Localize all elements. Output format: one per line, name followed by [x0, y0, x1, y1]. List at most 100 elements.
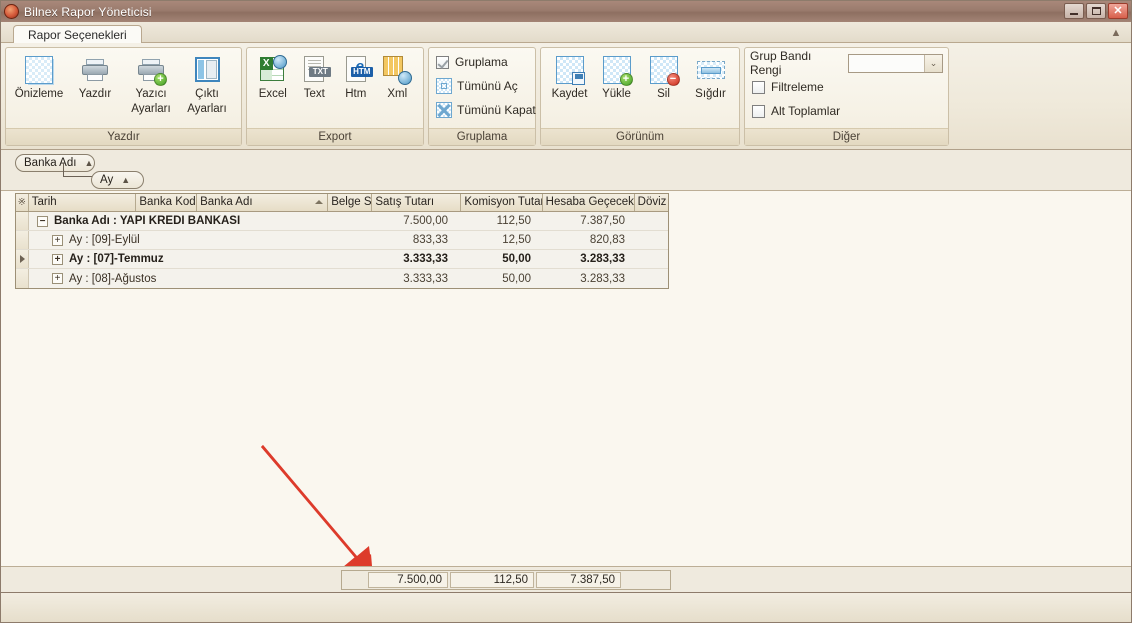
checkbox-filtreleme[interactable]: Filtreleme [750, 75, 824, 99]
group-band-color-row: Grup Bandı Rengi ⌄ [750, 49, 943, 77]
button-xml[interactable]: Xml [377, 52, 419, 101]
group-expander-icon[interactable]: + [52, 234, 63, 246]
ribbon-group-title: Export [247, 128, 423, 145]
text-icon: TXT [298, 54, 332, 86]
button-sil[interactable]: − Sil [640, 52, 687, 101]
group-row-label: Ay : [09]-Eylül [69, 234, 140, 246]
cell-hesaba-gececek: 3.283,33 [580, 272, 625, 285]
group-expander-icon[interactable]: + [52, 253, 63, 265]
row-indicator [16, 212, 29, 230]
button-kaydet[interactable]: Kaydet [546, 52, 593, 101]
group-expander-icon[interactable]: − [37, 215, 48, 227]
chevron-up-icon[interactable]: ▲ [1109, 26, 1123, 40]
checkbox-gruplama[interactable]: Gruplama [434, 50, 508, 74]
application-window: Bilnex Rapor Yöneticisi ✕ Rapor Seçenekl… [0, 0, 1132, 623]
button-label: Sil [657, 88, 670, 100]
group-chip-ay[interactable]: Ay ▲ [91, 171, 144, 189]
column-header-komisyon-tutari[interactable]: Komisyon Tutarı [461, 194, 543, 211]
ribbon-group-gorunum: Kaydet + Yükle − Sil Sığdır Görünüm [540, 47, 740, 146]
column-header-belge-seri[interactable]: Belge S [328, 194, 373, 211]
button-label: Excel [258, 88, 287, 100]
ribbon-group-body: X Excel TXT Text eHTM Htm [247, 48, 423, 128]
column-header-tarih[interactable]: Tarih [29, 194, 137, 211]
tab-rapor-secenekleri[interactable]: Rapor Seçenekleri [13, 25, 142, 44]
group-band-color-label: Grup Bandı Rengi [750, 49, 812, 77]
save-layout-icon [554, 54, 586, 86]
group-expander-icon[interactable]: + [52, 273, 63, 284]
chevron-down-icon[interactable]: ⌄ [924, 54, 942, 72]
column-header-satis-tutari[interactable]: Satış Tutarı [372, 194, 462, 211]
ribbon-group-title: Görünüm [541, 128, 739, 145]
ribbon-group-diger: Grup Bandı Rengi ⌄ Filtreleme Alt Toplam… [744, 47, 949, 146]
column-header-banka-adi[interactable]: Banka Adı [197, 194, 329, 211]
load-layout-icon: + [601, 54, 633, 86]
button-excel[interactable]: X Excel [252, 52, 294, 101]
group-band-color-combo[interactable]: ⌄ [847, 53, 943, 73]
table-row[interactable]: + Ay : [09]-Eylül 833,33 12,50 820,83 [16, 231, 668, 250]
footer-totals-bar: 7.500,00 112,50 7.387,50 [1, 566, 1131, 592]
row-indicator [16, 231, 29, 249]
button-label: Text [303, 88, 325, 100]
minimize-button[interactable] [1064, 3, 1084, 19]
app-orb-icon [4, 4, 19, 19]
checkbox-label: Gruplama [455, 55, 508, 69]
ribbon-group-body: Önizleme Yazdır + Yazıcı Ayarları Çıktı … [6, 48, 241, 128]
status-bar [1, 592, 1131, 622]
color-swatch [848, 54, 924, 72]
column-header-label: Banka Adı [200, 196, 253, 208]
excel-icon: X [257, 54, 289, 86]
cell-satis-tutari: 3.333,33 [403, 253, 448, 265]
button-label: Yazdır [78, 88, 112, 100]
ribbon-group-gruplama: Gruplama Tümünü Aç Tümünü Kapat Gruplama [428, 47, 536, 146]
total-komisyon-tutari: 112,50 [450, 572, 534, 588]
maximize-button[interactable] [1086, 3, 1106, 19]
data-grid[interactable]: ※ Tarih Banka Kodu Banka Adı Belge S Sat… [15, 193, 669, 289]
title-bar: Bilnex Rapor Yöneticisi ✕ [1, 1, 1131, 22]
checkbox-alt-toplamlar[interactable]: Alt Toplamlar [750, 99, 840, 123]
button-yukle[interactable]: + Yükle [593, 52, 640, 101]
table-row[interactable]: + Ay : [07]-Temmuz 3.333,33 50,00 3.283,… [16, 250, 668, 269]
button-tumunu-kapat[interactable]: Tümünü Kapat [434, 98, 536, 122]
column-header-banka-kodu[interactable]: Banka Kodu [136, 194, 198, 211]
ribbon-group-body: Grup Bandı Rengi ⌄ Filtreleme Alt Toplam… [745, 48, 948, 128]
button-cikti-ayarlari[interactable]: Çıktı Ayarları [179, 52, 235, 116]
button-label: Önizleme [14, 88, 64, 100]
close-icon: ✕ [1113, 4, 1123, 17]
button-label: Kaydet [551, 88, 588, 100]
button-yazici-ayarlari[interactable]: + Yazıcı Ayarları [123, 52, 179, 116]
total-hesaba-gececek: 7.387,50 [536, 572, 621, 588]
close-button[interactable]: ✕ [1108, 3, 1128, 19]
ribbon-group-title: Gruplama [429, 128, 535, 145]
collapse-all-icon [436, 102, 452, 118]
ribbon-group-body: Kaydet + Yükle − Sil Sığdır [541, 48, 739, 128]
window-controls: ✕ [1064, 3, 1128, 19]
group-by-panel[interactable]: Banka Adı ▲ Ay ▲ [1, 150, 1131, 191]
button-htm[interactable]: eHTM Htm [335, 52, 377, 101]
row-indicator [16, 269, 29, 288]
button-label: Yükle [602, 88, 631, 100]
ribbon-tab-strip: Rapor Seçenekleri ▲ [1, 22, 1131, 44]
cell-satis-tutari: 3.333,33 [403, 272, 448, 285]
table-row[interactable]: − Banka Adı : YAPI KREDİ BANKASI 7.500,0… [16, 212, 668, 231]
preview-icon [23, 54, 55, 86]
button-onizleme[interactable]: Önizleme [11, 52, 67, 101]
button-yazdir[interactable]: Yazdır [67, 52, 123, 101]
button-label: Yazıcı [135, 88, 167, 100]
report-canvas: ※ Tarih Banka Kodu Banka Adı Belge S Sat… [1, 191, 1131, 566]
row-indicator [16, 250, 29, 268]
button-label-2: Ayarları [187, 103, 227, 115]
button-tumunu-ac[interactable]: Tümünü Aç [434, 74, 518, 98]
column-header-doviz[interactable]: Döviz [635, 194, 668, 211]
red-arrow-pointer [261, 445, 372, 566]
grid-indicator-header: ※ [16, 194, 29, 211]
ribbon-group-title: Yazdır [6, 128, 241, 145]
button-sigdir[interactable]: Sığdır [687, 52, 734, 101]
group-row-label: Ay : [07]-Temmuz [69, 253, 164, 265]
button-label: Sığdır [695, 88, 726, 100]
column-header-hesaba-gececek[interactable]: Hesaba Geçecek T [543, 194, 635, 211]
xml-icon [381, 54, 413, 86]
sort-asc-icon[interactable]: ▲ [121, 175, 130, 185]
table-row[interactable]: + Ay : [08]-Ağustos 3.333,33 50,00 3.283… [16, 269, 668, 288]
button-text[interactable]: TXT Text [294, 52, 336, 101]
current-row-icon [19, 255, 25, 263]
